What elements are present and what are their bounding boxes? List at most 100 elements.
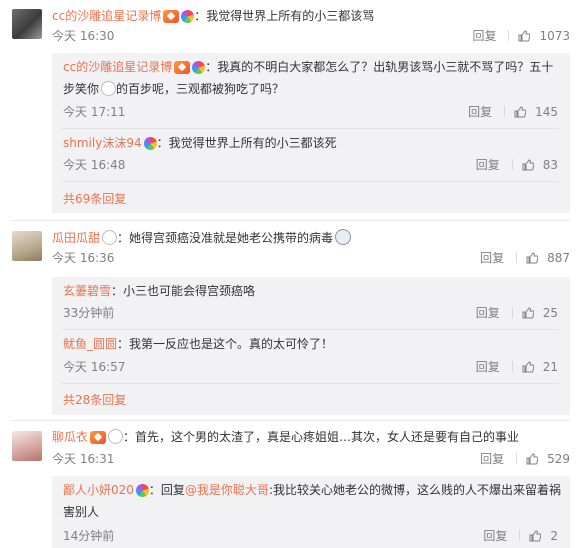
divider <box>519 530 521 541</box>
divider <box>511 159 513 170</box>
more-replies-link[interactable]: 共28条回复 <box>63 392 126 408</box>
username-link[interactable]: shmily沫沫94 <box>63 136 142 150</box>
like-icon[interactable] <box>522 159 534 171</box>
comment-time: 今天 16:30 <box>52 29 115 43</box>
rainbow-badge-icon[interactable] <box>192 61 206 74</box>
reply-body: shmily沫沫94 ：我觉得世界上所有的小三都该死 <box>63 135 337 151</box>
divider <box>511 307 513 318</box>
username-link[interactable]: cc的沙雕追星记录博 <box>52 9 161 23</box>
vip-badge-icon[interactable] <box>163 10 180 23</box>
reply-actions: 回复 2 <box>483 528 558 544</box>
avatar[interactable] <box>12 231 42 261</box>
more-replies-link[interactable]: 共69条回复 <box>63 191 126 207</box>
like-icon[interactable] <box>518 30 531 42</box>
reply-text: ：我第一反应也是这个。真的太可怜了！ <box>117 337 334 351</box>
divider <box>508 30 510 41</box>
reply-text: ：小三也可能会得宫颈癌咯 <box>111 284 256 298</box>
divider <box>516 453 518 464</box>
comment-text: ：我觉得世界上所有的小三都该骂 <box>194 9 375 23</box>
comment-body: cc的沙雕追星记录博 ：我觉得世界上所有的小三都该骂 <box>52 8 374 24</box>
reply-text: 害别人 <box>63 505 100 519</box>
reply-button[interactable]: 回复 <box>480 251 504 265</box>
like-count: 887 <box>547 251 570 265</box>
username-link[interactable]: 瓜田瓜甜 <box>52 231 100 245</box>
comment-body: 聊瓜衣 ：首先，这个男的太渣了，真是心疼姐姐…其次，女人还是要有自己的事业 <box>52 429 519 445</box>
avatar[interactable] <box>12 9 42 39</box>
reply-actions: 回复 145 <box>468 104 558 120</box>
comment-actions: 回复 1073 <box>472 28 570 44</box>
vip-badge-icon[interactable] <box>90 431 107 444</box>
rainbow-badge-icon[interactable] <box>181 10 195 23</box>
like-icon[interactable] <box>526 453 539 465</box>
mention-link[interactable]: @我是你聪大哥 <box>185 483 269 497</box>
reply-text: ：我觉得世界上所有的小三都该死 <box>156 136 337 150</box>
bear-emoji-icon <box>101 81 117 96</box>
reply-body: 鄙人小妍020 ：回复@我是你聪大哥:我比较关心她老公的微博，这么贱的人不爆出来留… <box>63 482 561 498</box>
divider <box>63 128 558 129</box>
reply-time: 14分钟前 <box>63 529 115 543</box>
like-icon[interactable] <box>526 252 539 264</box>
reply-button[interactable]: 回复 <box>472 29 496 43</box>
username-link[interactable]: 聊瓜衣 <box>52 430 88 444</box>
comment-body: 瓜田瓜甜 ：她得宫颈癌没准就是她老公携带的病毒 <box>52 229 352 246</box>
reply-actions: 回复 21 <box>476 359 558 375</box>
like-count: 83 <box>542 158 558 172</box>
like-count: 21 <box>542 360 558 374</box>
reply-text: 的百步呢，三观都被狗吃了吗？ <box>116 82 285 96</box>
reply-list: cc的沙雕追星记录博 ：我真的不明白大家都怎么了？出轨男该骂小三就不骂了吗？五十 … <box>52 53 570 213</box>
divider <box>511 361 513 372</box>
username-link[interactable]: cc的沙雕追星记录博 <box>63 60 172 74</box>
avatar[interactable] <box>12 431 42 461</box>
comment-actions: 回复 887 <box>480 250 570 266</box>
reply-time: 33分钟前 <box>63 306 115 320</box>
rainbow-badge-icon[interactable] <box>135 484 149 497</box>
reply-text: :我比较关心她老公的微博，这么贱的人不爆出来留着祸 <box>268 483 561 497</box>
divider <box>516 252 518 263</box>
comment-text: ：首先，这个男的太渣了，真是心疼姐姐…其次，女人还是要有自己的事业 <box>123 430 520 444</box>
reply-actions: 回复 83 <box>476 157 558 173</box>
comment-actions: 回复 529 <box>480 451 570 467</box>
like-count: 145 <box>535 105 558 119</box>
reply-button[interactable]: 回复 <box>480 452 504 466</box>
reply-button[interactable]: 回复 <box>476 158 500 172</box>
like-icon[interactable] <box>522 307 534 319</box>
reply-text: ：回复 <box>148 483 185 497</box>
reply-button[interactable]: 回复 <box>476 360 500 374</box>
username-link[interactable]: 鄙人小妍020 <box>63 483 134 497</box>
username-link[interactable]: 玄萋碧雪 <box>63 284 111 298</box>
username-link[interactable]: 鱿鱼_圆圆 <box>63 337 117 351</box>
rainbow-badge-icon[interactable] <box>143 137 157 150</box>
divider <box>63 329 558 330</box>
reply-body-cont: 害别人 <box>63 504 99 520</box>
divider <box>504 106 506 117</box>
like-icon[interactable] <box>514 106 527 118</box>
reply-time: 今天 16:48 <box>63 158 126 172</box>
reply-text: ：我真的不明白大家都怎么了？出轨男该骂小三就不骂了吗？五十 <box>205 60 554 74</box>
like-count: 2 <box>550 529 558 543</box>
like-count: 1073 <box>539 29 570 43</box>
divider <box>12 420 570 421</box>
reply-time: 今天 17:11 <box>63 105 126 119</box>
reply-text: 步笑你 <box>63 82 100 96</box>
divider <box>12 220 570 221</box>
reply-button[interactable]: 回复 <box>468 105 492 119</box>
reply-button[interactable]: 回复 <box>476 306 500 320</box>
like-icon[interactable] <box>529 530 542 542</box>
reply-body: 鱿鱼_圆圆：我第一反应也是这个。真的太可怜了！ <box>63 336 333 352</box>
reply-body-cont: 步笑你 的百步呢，三观都被狗吃了吗？ <box>63 81 284 97</box>
vip-badge-icon[interactable] <box>174 61 191 74</box>
comment-time: 今天 16:36 <box>52 251 115 265</box>
rabbit-badge-icon[interactable] <box>102 230 118 245</box>
reply-time: 今天 16:57 <box>63 360 126 374</box>
reply-actions: 回复 25 <box>476 305 558 321</box>
reply-body: 玄萋碧雪：小三也可能会得宫颈癌咯 <box>63 283 255 299</box>
rabbit-badge-icon[interactable] <box>108 429 124 444</box>
like-icon[interactable] <box>522 361 534 373</box>
divider <box>63 383 558 384</box>
comment-text: ：她得宫颈癌没准就是她老公携带的病毒 <box>117 231 334 245</box>
reply-button[interactable]: 回复 <box>483 529 507 543</box>
panda-emoji-icon <box>335 229 352 245</box>
reply-list: 鄙人小妍020 ：回复@我是你聪大哥:我比较关心她老公的微博，这么贱的人不爆出来留… <box>52 476 570 548</box>
reply-list: 玄萋碧雪：小三也可能会得宫颈癌咯 33分钟前 回复 25 鱿鱼_圆圆：我第一反应也… <box>52 277 570 415</box>
like-count: 25 <box>542 306 558 320</box>
